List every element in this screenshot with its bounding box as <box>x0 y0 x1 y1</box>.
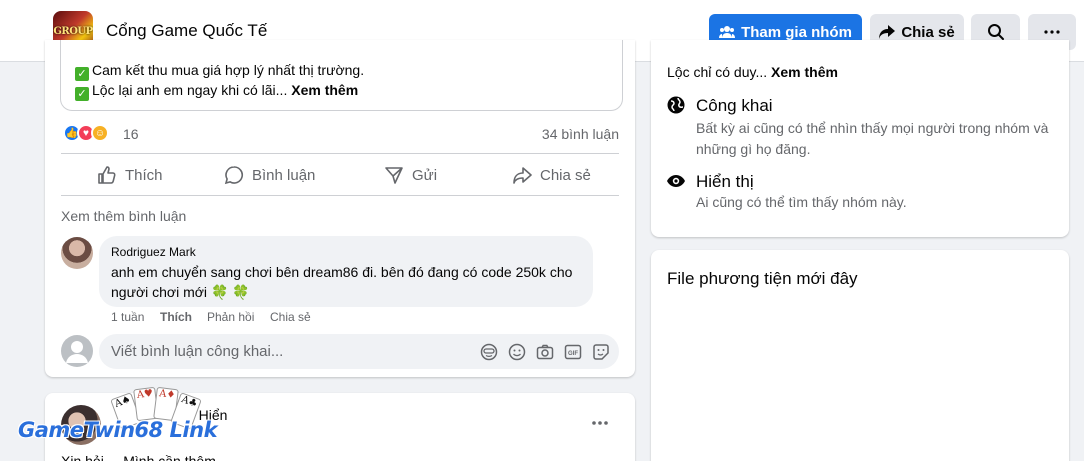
share-group-label: Chia sẻ <box>901 23 955 41</box>
checkmark-icon: ✓ <box>75 87 89 101</box>
post-snippet: Xin hỏi ... Mình cần thêm ... <box>61 453 232 461</box>
divider <box>61 153 619 154</box>
see-more-link[interactable]: Xem thêm <box>771 64 838 80</box>
comment-body: anh em chuyển sang chơi bên dream86 đi. … <box>111 264 573 300</box>
visibility-title: Hiển thị <box>696 172 754 191</box>
comment-label: Bình luận <box>252 166 316 184</box>
visibility-description: Ai cũng có thể tìm thấy nhóm này. <box>696 194 907 210</box>
comment-like-link[interactable]: Thích <box>160 310 192 324</box>
more-dots-icon <box>1044 30 1060 34</box>
recent-media-title: File phương tiện mới đây <box>667 269 858 288</box>
like-button[interactable]: Thích <box>97 165 163 185</box>
comment-time[interactable]: 1 tuần <box>111 310 144 324</box>
globe-icon <box>667 96 685 114</box>
like-label: Thích <box>125 166 163 184</box>
camera-icon[interactable] <box>536 343 554 361</box>
comment-share-link[interactable]: Chia sẻ <box>270 310 311 324</box>
comment-count[interactable]: 34 bình luận <box>542 126 619 142</box>
comment-text: anh em chuyển sang chơi bên dream86 đi. … <box>111 262 586 302</box>
quoted-text: Cam kết thu mua giá hợp lý nhất thị trườ… <box>92 62 365 78</box>
sticker-icon[interactable] <box>592 343 610 361</box>
reaction-count[interactable]: 16 <box>123 126 139 142</box>
privacy-title: Công khai <box>696 96 773 115</box>
commenter-avatar[interactable] <box>61 237 93 269</box>
share-arrow-icon <box>879 25 896 39</box>
comment-input[interactable] <box>111 334 471 369</box>
site-watermark: A♠ A♥ A♦ A♣ GameTwin68 Link <box>18 385 248 450</box>
eye-icon <box>667 175 685 187</box>
svg-text:GIF: GIF <box>568 351 578 357</box>
checkmark-icon: ✓ <box>75 67 89 81</box>
divider <box>61 195 619 196</box>
share-button[interactable]: Chia sẻ <box>512 165 591 185</box>
reaction-icons[interactable]: 👍 ♥ ☺ <box>63 124 109 142</box>
gif-icon[interactable]: GIF <box>564 343 582 361</box>
comment-author[interactable]: Rodriguez Mark <box>111 245 196 259</box>
comment-button[interactable]: Bình luận <box>224 165 315 185</box>
group-logo-text: GROUP <box>53 25 93 37</box>
avatar-sticker-icon[interactable] <box>480 343 498 361</box>
current-user-avatar[interactable] <box>61 335 93 367</box>
share-label: Chia sẻ <box>540 166 591 184</box>
comment-bubble-icon <box>224 166 243 185</box>
see-more-link[interactable]: Xem thêm <box>291 82 358 98</box>
thumbs-up-icon <box>98 166 116 184</box>
clover-emoji: 🍀 🍀 <box>210 284 250 300</box>
group-people-icon <box>719 26 736 38</box>
user-silhouette-icon <box>66 341 88 363</box>
group-description: Lộc chỉ có duy... Xem thêm <box>667 64 838 80</box>
group-description-text: Lộc chỉ có duy... <box>667 64 768 80</box>
group-title[interactable]: Cổng Game Quốc Tế <box>106 21 267 41</box>
comment-reply-link[interactable]: Phản hồi <box>207 310 254 324</box>
comment-input-wrapper: GIF <box>99 334 619 369</box>
send-button[interactable]: Gửi <box>384 165 437 185</box>
quoted-line: ✓ Lộc lại anh em ngay khi có lãi... Xem t… <box>75 82 358 101</box>
join-group-label: Tham gia nhóm <box>741 23 852 41</box>
search-icon <box>987 24 1004 40</box>
privacy-description: Bất kỳ ai cũng có thể nhìn thấy mọi ngườ… <box>696 120 1049 157</box>
view-more-comments-link[interactable]: Xem thêm bình luận <box>61 208 186 224</box>
send-label: Gửi <box>412 166 438 184</box>
emoji-icon[interactable] <box>508 343 526 361</box>
watermark-text: GameTwin68 Link <box>18 418 218 442</box>
post-options-icon[interactable] <box>590 413 610 433</box>
quoted-text: Lộc lại anh em ngay khi có lãi... <box>92 82 288 98</box>
share-arrow-icon <box>513 167 532 184</box>
haha-reaction-icon: ☺ <box>91 124 109 142</box>
send-icon <box>385 167 403 184</box>
quoted-line: ✓ Cam kết thu mua giá hợp lý nhất thị trư… <box>75 62 364 81</box>
